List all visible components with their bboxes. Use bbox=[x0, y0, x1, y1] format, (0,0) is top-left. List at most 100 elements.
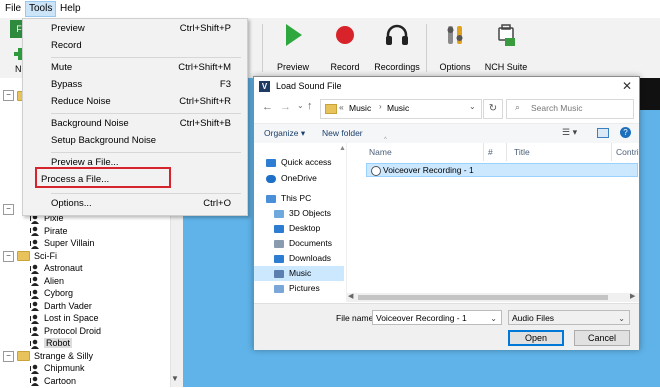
tree-voice-item[interactable]: Darth Vader bbox=[30, 300, 92, 313]
open-button[interactable]: Open bbox=[508, 330, 564, 346]
menu-item-record[interactable]: Record bbox=[23, 38, 247, 54]
menu-separator bbox=[51, 113, 241, 114]
file-row[interactable]: Voiceover Recording - 1 bbox=[366, 163, 638, 177]
up-arrow-icon[interactable]: ↑ bbox=[307, 100, 313, 112]
recent-dropdown-icon[interactable]: ⌄ bbox=[297, 101, 304, 110]
help-icon[interactable]: ? bbox=[620, 127, 631, 138]
column-number[interactable]: # bbox=[488, 147, 493, 157]
address-bar[interactable]: « Music › Music ⌄ bbox=[320, 99, 482, 119]
column-title[interactable]: Title bbox=[514, 147, 530, 157]
file-name: Voiceover Recording - 1 bbox=[383, 165, 474, 175]
tree-voice-item[interactable]: Lost in Space bbox=[30, 312, 99, 325]
close-icon[interactable]: ✕ bbox=[622, 79, 632, 93]
preview-pane-icon[interactable] bbox=[597, 128, 609, 138]
back-arrow-icon[interactable]: ← bbox=[262, 101, 273, 113]
search-input[interactable]: ⌕ Search Music bbox=[506, 99, 634, 119]
menu-item-background-noise[interactable]: Background Noise Ctrl+Shift+B bbox=[23, 116, 247, 132]
app-icon: V bbox=[259, 81, 270, 92]
nav-item[interactable]: Downloads bbox=[254, 251, 344, 266]
menu-tools[interactable]: Tools bbox=[25, 1, 57, 17]
column-name[interactable]: Name bbox=[369, 147, 392, 157]
tree-voice-item[interactable]: Cartoon bbox=[30, 375, 76, 388]
nav-item-label: Quick access bbox=[281, 157, 332, 167]
preview-label: Preview bbox=[276, 62, 309, 72]
menu-item-reduce-noise[interactable]: Reduce Noise Ctrl+Shift+R bbox=[23, 94, 247, 110]
voice-icon bbox=[30, 276, 39, 287]
collapse-icon[interactable]: − bbox=[3, 250, 14, 262]
nav-item-label: Downloads bbox=[289, 253, 332, 263]
tree-voice-label: Protocol Droid bbox=[44, 325, 102, 336]
menu-item-preview[interactable]: Preview Ctrl+Shift+P bbox=[23, 21, 247, 37]
chevron-down-icon[interactable]: ⌄ bbox=[618, 311, 625, 326]
filename-value: Voiceover Recording - 1 bbox=[376, 313, 467, 323]
tree-voice-item[interactable]: Pirate bbox=[30, 225, 68, 238]
scroll-left-icon[interactable]: ◀ bbox=[348, 292, 353, 300]
nav-item[interactable]: Pictures bbox=[254, 281, 344, 296]
tree-voice-label: Robot bbox=[44, 338, 73, 348]
voice-icon bbox=[30, 314, 39, 324]
menu-help[interactable]: Help bbox=[57, 2, 84, 16]
nch-suite-button[interactable]: NCH Suite bbox=[478, 22, 534, 76]
tree-voice-label: Super Villain bbox=[44, 238, 95, 248]
scroll-right-icon[interactable]: ▶ bbox=[630, 292, 635, 300]
load-sound-file-dialog: V Load Sound File ✕ ← → ⌄ ↑ « Music › Mu… bbox=[253, 76, 640, 350]
breadcrumb-music-2[interactable]: Music bbox=[387, 103, 409, 113]
tree-voice-item[interactable]: Astronaut bbox=[30, 262, 83, 275]
tree-voice-item[interactable]: Chipmunk bbox=[30, 362, 85, 375]
scroll-thumb[interactable] bbox=[358, 295, 608, 300]
record-button[interactable]: Record bbox=[317, 22, 373, 76]
preview-button[interactable]: Preview bbox=[265, 22, 321, 76]
tree-voice-item[interactable]: Protocol Droid bbox=[30, 325, 101, 338]
menu-item-setup-background-noise[interactable]: Setup Background Noise bbox=[23, 133, 247, 149]
organize-button[interactable]: Organize ▾ bbox=[264, 128, 305, 139]
cancel-button[interactable]: Cancel bbox=[574, 330, 630, 346]
collapse-icon[interactable]: − bbox=[3, 350, 14, 362]
record-label: Record bbox=[330, 62, 360, 72]
chevron-down-icon[interactable]: ⌄ bbox=[490, 311, 497, 326]
column-contributing[interactable]: Contri bbox=[616, 147, 639, 157]
tree-voice-item[interactable]: Robot bbox=[30, 337, 73, 350]
menu-item-bypass[interactable]: Bypass F3 bbox=[23, 77, 247, 93]
nav-item[interactable]: Documents bbox=[254, 236, 344, 251]
menu-item-mute[interactable]: Mute Ctrl+Shift+M bbox=[23, 60, 247, 76]
tree-voice-item[interactable]: Super Villain bbox=[30, 237, 94, 250]
voice-icon bbox=[30, 289, 39, 299]
nav-item-label: Documents bbox=[289, 238, 332, 248]
nav-item[interactable]: This PC bbox=[254, 191, 344, 206]
horizontal-scrollbar[interactable]: ◀ ▶ bbox=[346, 293, 639, 302]
chevron-down-icon[interactable]: ⌄ bbox=[469, 102, 476, 111]
column-divider bbox=[506, 143, 507, 161]
filename-field[interactable]: Voiceover Recording - 1 ⌄ bbox=[372, 310, 502, 325]
filename-label: File name: bbox=[336, 313, 376, 323]
new-folder-button[interactable]: New folder bbox=[322, 128, 363, 138]
tree-folder[interactable]: − Sci-Fi bbox=[3, 250, 57, 263]
download-icon bbox=[274, 254, 284, 263]
record-icon bbox=[332, 22, 358, 48]
scroll-down-arrow-icon[interactable]: ▼ bbox=[171, 374, 179, 383]
nav-item-label: This PC bbox=[281, 193, 312, 203]
nav-item[interactable]: Music bbox=[254, 266, 344, 281]
filetype-select[interactable]: Audio Files ⌄ bbox=[508, 310, 630, 325]
recordings-button[interactable]: Recordings bbox=[369, 22, 425, 76]
forward-arrow-icon[interactable]: → bbox=[280, 101, 291, 113]
nav-item[interactable]: 3D Objects bbox=[254, 206, 344, 221]
nav-item-label: Music bbox=[289, 268, 312, 278]
folder-icon bbox=[17, 251, 30, 262]
voice-icon bbox=[30, 301, 39, 312]
nav-scroll-up-icon[interactable]: ▲ bbox=[339, 145, 346, 152]
view-options-icon[interactable]: ☰ ▾ bbox=[562, 127, 577, 138]
nav-item[interactable]: Quick access bbox=[254, 155, 344, 170]
voice-icon bbox=[30, 239, 39, 249]
folder-icon: − bbox=[3, 204, 17, 216]
tree-voice-label: Darth Vader bbox=[44, 300, 92, 311]
breadcrumb-music-1[interactable]: Music bbox=[349, 103, 371, 113]
nav-item[interactable]: Desktop bbox=[254, 221, 344, 236]
options-button[interactable]: Options bbox=[427, 22, 483, 76]
tree-voice-item[interactable]: Cyborg bbox=[30, 287, 73, 300]
tree-folder[interactable]: − Strange & Silly bbox=[3, 350, 93, 363]
nav-item[interactable]: OneDrive bbox=[254, 171, 344, 186]
tree-voice-item[interactable]: Alien bbox=[30, 275, 64, 288]
menu-item-options[interactable]: Options... Ctrl+O bbox=[23, 196, 247, 212]
refresh-icon[interactable]: ↻ bbox=[483, 99, 503, 119]
menu-file[interactable]: File bbox=[2, 2, 24, 16]
